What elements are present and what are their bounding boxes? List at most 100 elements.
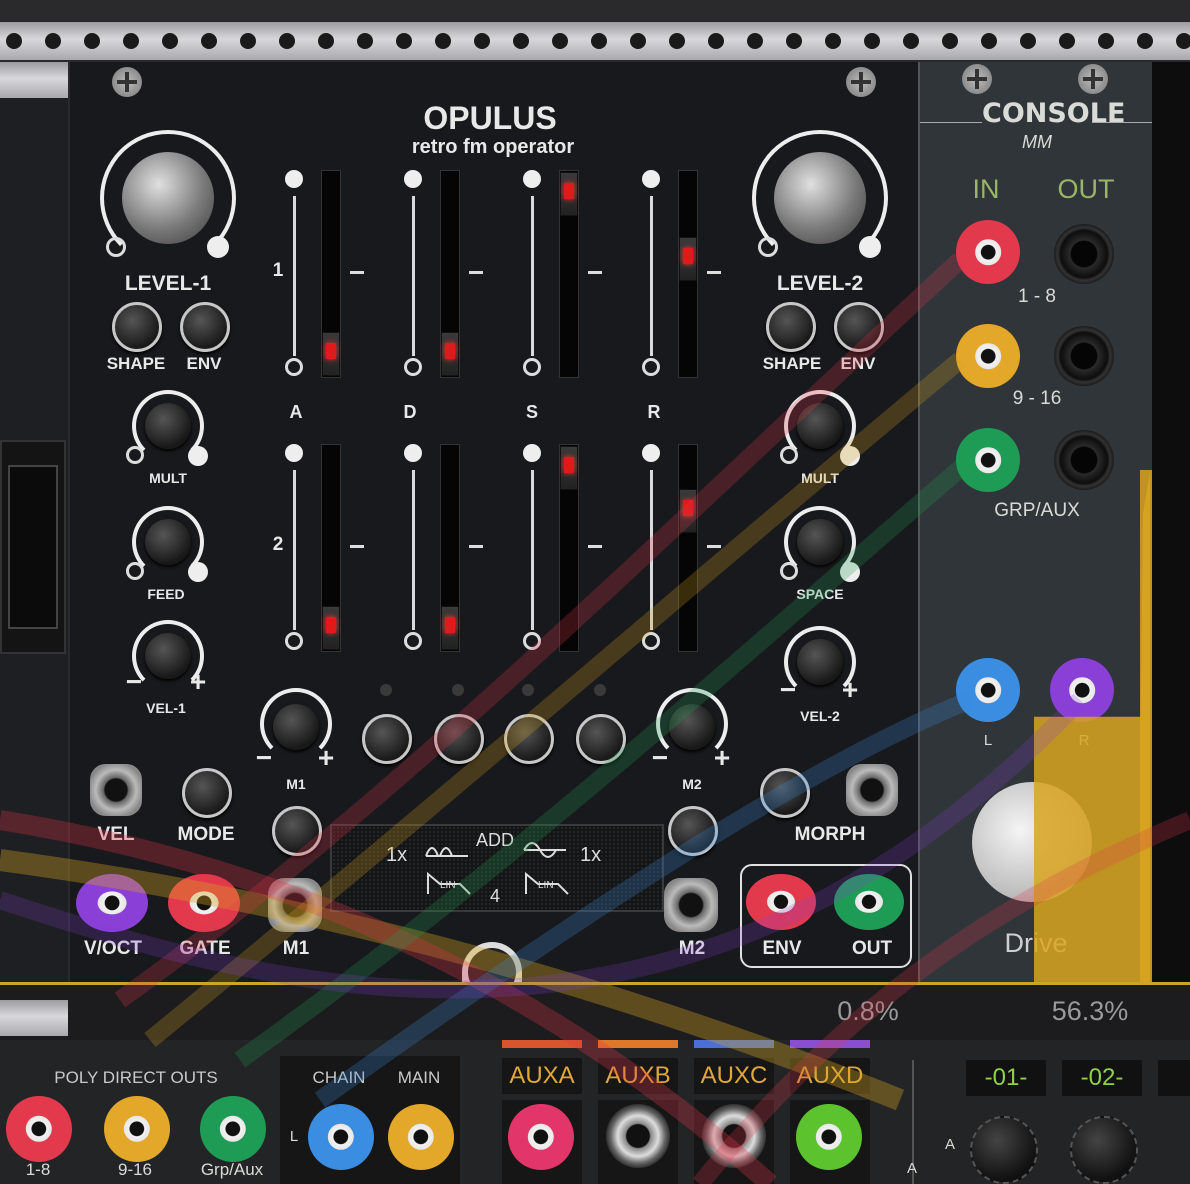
- feed-knob[interactable]: [145, 519, 191, 565]
- mixer-panel: POLY DIRECT OUTS 1-8 9-16 Grp/Aux CHAIN …: [0, 1040, 1190, 1184]
- level-1-label: LEVEL-1: [124, 272, 212, 295]
- env-1-knob[interactable]: [180, 302, 230, 352]
- vel-1-knob[interactable]: [145, 633, 191, 679]
- mod-knob-c[interactable]: [504, 714, 554, 764]
- poly-out-grp-plug[interactable]: [200, 1096, 266, 1162]
- opulus-panel: OPULUS retro fm operator LEVEL-1 LEVEL-2…: [70, 62, 918, 982]
- aux-a-plug[interactable]: [508, 1104, 574, 1170]
- console-out-9-16-jack[interactable]: [1054, 326, 1114, 386]
- out-plug[interactable]: [834, 874, 904, 930]
- mult-2-knob[interactable]: [797, 403, 843, 449]
- console-in-label: IN: [972, 174, 1000, 204]
- console-in-grp-plug[interactable]: [956, 428, 1020, 492]
- mod-knob-a[interactable]: [362, 714, 412, 764]
- poly-out-9-16-plug[interactable]: [104, 1096, 170, 1162]
- slider-s1-handle[interactable]: [560, 172, 578, 216]
- aux-d-bar: [790, 1040, 870, 1048]
- slider-d1-track: [412, 196, 415, 356]
- brand-logo: [462, 942, 522, 982]
- slider-a1-track: [293, 196, 296, 356]
- slider-s2-bottom-dot: [523, 632, 541, 650]
- morph-jack[interactable]: [846, 764, 898, 816]
- mod-knob-b[interactable]: [434, 714, 484, 764]
- aux-a-bar: [502, 1040, 582, 1048]
- mod-1-knob[interactable]: [273, 704, 319, 750]
- poly-label-1: 1-8: [25, 1160, 51, 1179]
- space-min-dot: [780, 562, 798, 580]
- poly-label-2: 9-16: [117, 1160, 153, 1179]
- aux-d-plug[interactable]: [796, 1104, 862, 1170]
- aux-c-jack[interactable]: [702, 1104, 766, 1168]
- slider-a1-handle[interactable]: [322, 332, 340, 376]
- slider-r2-top-dot: [642, 444, 660, 462]
- mod-1-minus: −: [255, 742, 273, 773]
- slider-r2-handle[interactable]: [679, 489, 697, 533]
- m2-knob[interactable]: [668, 806, 718, 856]
- poly-out-1-8-plug[interactable]: [6, 1096, 72, 1162]
- adsr-s-label: S: [525, 402, 538, 422]
- slider-r1-handle[interactable]: [679, 237, 697, 281]
- slider-a2-handle[interactable]: [322, 606, 340, 650]
- aux-d-label: AUXD: [790, 1058, 870, 1094]
- main-label: MAIN: [397, 1068, 441, 1087]
- slider-s2-top-dot: [523, 444, 541, 462]
- vel-2-knob[interactable]: [797, 639, 843, 685]
- slider-s2-track: [531, 470, 534, 630]
- console-r-plug[interactable]: [1050, 658, 1114, 722]
- rail-hole: [903, 33, 919, 49]
- voct-plug[interactable]: [76, 874, 148, 932]
- env-out-plug[interactable]: [746, 874, 816, 930]
- mod-2-knob[interactable]: [669, 704, 715, 750]
- brand-logo-inner: [468, 948, 516, 982]
- aux-b-jack[interactable]: [606, 1104, 670, 1168]
- m2-jack[interactable]: [664, 878, 718, 932]
- m1-knob[interactable]: [272, 806, 322, 856]
- level-2-knob[interactable]: [774, 152, 866, 244]
- slider-d1-handle[interactable]: [441, 332, 459, 376]
- cpu-right-percent: 56.3%: [1051, 996, 1129, 1026]
- morph-knob[interactable]: [760, 768, 810, 818]
- slider-s1-top-dot: [523, 170, 541, 188]
- track-01-knob[interactable]: [970, 1116, 1038, 1184]
- m1-jack[interactable]: [268, 878, 322, 932]
- console-l-plug[interactable]: [956, 658, 1020, 722]
- chain-plug[interactable]: [308, 1104, 374, 1170]
- screw-icon: [846, 67, 876, 97]
- mod-1-plus: +: [317, 742, 335, 773]
- shape-1-label: SHAPE: [106, 354, 166, 373]
- row-1-label: 1: [272, 260, 284, 281]
- console-in-9-16-plug[interactable]: [956, 324, 1020, 388]
- env-2-knob[interactable]: [834, 302, 884, 352]
- env-out-label: ENV: [762, 938, 802, 959]
- rail-hole: [552, 33, 568, 49]
- space-knob[interactable]: [797, 519, 843, 565]
- vel-1-label: VEL-1: [146, 700, 186, 716]
- track-02-knob[interactable]: [1070, 1116, 1138, 1184]
- indicator-led: [594, 684, 606, 696]
- main-plug[interactable]: [388, 1104, 454, 1170]
- rail-hole: [435, 33, 451, 49]
- rail-hole: [747, 33, 763, 49]
- slider-d2-handle[interactable]: [441, 606, 459, 650]
- chain-label: CHAIN: [312, 1068, 366, 1087]
- slider-d2-track: [412, 470, 415, 630]
- console-out-label: OUT: [1057, 174, 1115, 204]
- slider-r2-bottom-dot: [642, 632, 660, 650]
- vel-jack[interactable]: [90, 764, 142, 816]
- gate-plug[interactable]: [168, 874, 240, 932]
- mod-knob-d[interactable]: [576, 714, 626, 764]
- shape-1-knob[interactable]: [112, 302, 162, 352]
- console-title: CONSOLE: [982, 98, 1126, 129]
- slider-s2-dash: [588, 545, 602, 548]
- rail-hole: [708, 33, 724, 49]
- mod-2-plus: +: [713, 742, 731, 773]
- env-2-label: ENV: [840, 354, 876, 373]
- console-in-1-8-plug[interactable]: [956, 220, 1020, 284]
- mode-knob[interactable]: [182, 768, 232, 818]
- shape-2-knob[interactable]: [766, 302, 816, 352]
- slider-s2-handle[interactable]: [560, 446, 578, 490]
- mult-1-knob[interactable]: [145, 403, 191, 449]
- level-1-knob[interactable]: [122, 152, 214, 244]
- console-out-1-8-jack[interactable]: [1054, 224, 1114, 284]
- console-out-grp-jack[interactable]: [1054, 430, 1114, 490]
